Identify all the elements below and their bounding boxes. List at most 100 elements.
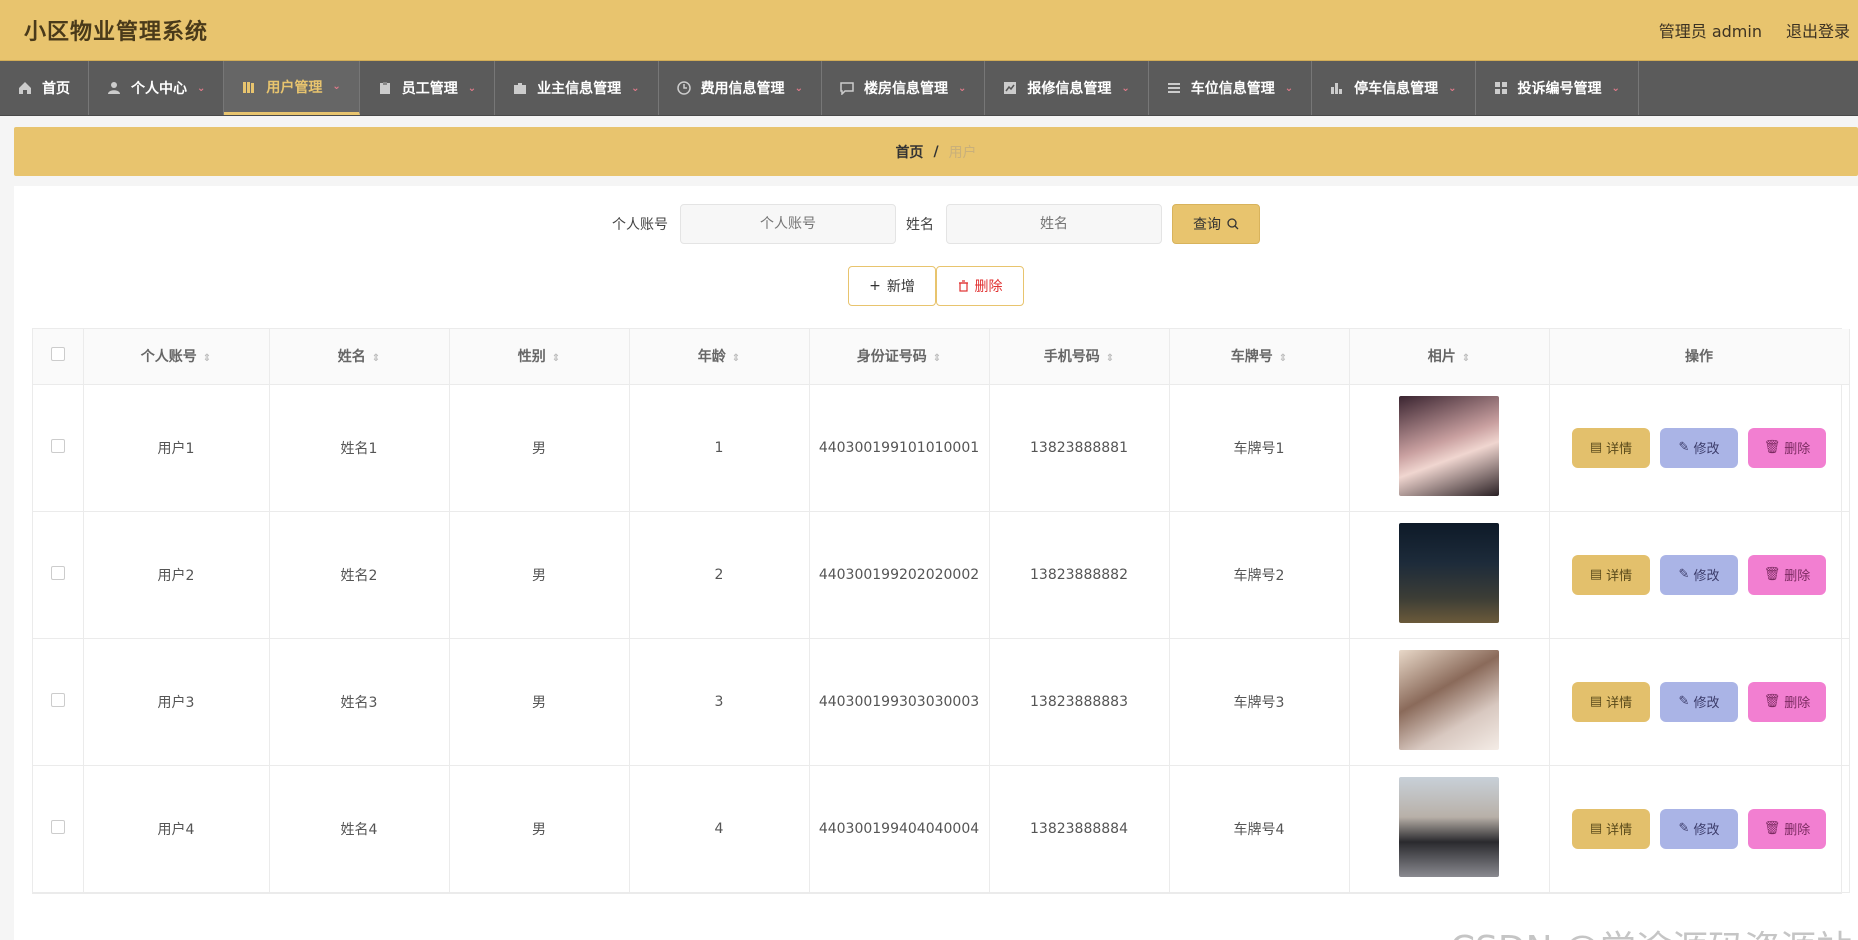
col-photo[interactable]: 相片 ⇕ bbox=[1349, 329, 1550, 385]
user-photo[interactable] bbox=[1399, 776, 1499, 877]
clock-icon bbox=[676, 81, 691, 95]
col-gender-label: 性别 bbox=[517, 349, 546, 366]
cell-account: 用户4 bbox=[83, 765, 270, 893]
table-row: 用户3 姓名3 男 3 440300199303030003 138238888… bbox=[33, 638, 1850, 766]
nav-staff-management[interactable]: 员工管理 ⌄ bbox=[360, 61, 496, 115]
chevron-down-icon: ⌄ bbox=[1121, 82, 1130, 94]
chevron-down-icon: ⌄ bbox=[1448, 82, 1457, 94]
cell-name: 姓名1 bbox=[269, 384, 450, 512]
nav-user-management[interactable]: 用户管理 ⌄ bbox=[224, 61, 360, 115]
edit-button[interactable]: ✎ 修改 bbox=[1660, 808, 1738, 849]
row-select-cell bbox=[33, 765, 84, 893]
delete-button[interactable]: 🗑 删除 bbox=[1748, 427, 1826, 468]
delete-button-label: 删除 bbox=[1784, 442, 1811, 457]
col-gender[interactable]: 性别 ⇕ bbox=[449, 329, 630, 385]
nav-parking-info-label: 停车信息管理 bbox=[1354, 81, 1439, 97]
edit-button[interactable]: ✎ 修改 bbox=[1660, 427, 1738, 468]
edit-button-label: 修改 bbox=[1693, 696, 1720, 711]
sort-icon: ⇕ bbox=[932, 353, 942, 365]
user-photo[interactable] bbox=[1399, 395, 1499, 496]
breadcrumb: 首页 / 用户 bbox=[14, 127, 1858, 176]
trash-icon bbox=[958, 280, 968, 292]
detail-button-label: 详情 bbox=[1606, 442, 1633, 457]
search-bar: 个人账号 姓名 查询 bbox=[14, 186, 1858, 244]
main-nav: 首页 个人中心 ⌄ 用户管理 ⌄ 员工管理 ⌄ 业主信息管理 ⌄ 费用信息管理 … bbox=[0, 61, 1858, 116]
delete-button-label: 删除 bbox=[1784, 569, 1811, 584]
row-checkbox[interactable] bbox=[50, 438, 65, 453]
batch-delete-button-label: 删除 bbox=[974, 279, 1003, 295]
query-button[interactable]: 查询 bbox=[1172, 204, 1260, 244]
row-checkbox[interactable] bbox=[50, 692, 65, 707]
detail-button[interactable]: ▤ 详情 bbox=[1572, 554, 1650, 595]
nav-home[interactable]: 首页 bbox=[0, 61, 89, 115]
delete-button-label: 删除 bbox=[1784, 696, 1811, 711]
sort-icon: ⇕ bbox=[731, 353, 741, 365]
nav-parking-space-info-label: 车位信息管理 bbox=[1190, 81, 1275, 97]
edit-button[interactable]: ✎ 修改 bbox=[1660, 554, 1738, 595]
cell-photo bbox=[1349, 511, 1550, 639]
row-select-cell bbox=[33, 511, 84, 639]
col-name[interactable]: 姓名 ⇕ bbox=[269, 329, 450, 385]
add-button-label: 新增 bbox=[886, 279, 915, 295]
col-account[interactable]: 个人账号 ⇕ bbox=[83, 329, 270, 385]
breadcrumb-separator: / bbox=[933, 143, 939, 160]
batch-delete-button[interactable]: 删除 bbox=[936, 266, 1024, 306]
list-icon bbox=[1167, 83, 1180, 93]
col-id-number[interactable]: 身份证号码 ⇕ bbox=[809, 329, 990, 385]
row-checkbox[interactable] bbox=[50, 565, 65, 580]
cell-account: 用户2 bbox=[83, 511, 270, 639]
admin-user-label[interactable]: 管理员 admin bbox=[1659, 18, 1762, 42]
row-actions: ▤ 详情 ✎ 修改 🗑 删除 bbox=[1550, 427, 1849, 468]
logout-link[interactable]: 退出登录 bbox=[1786, 18, 1850, 42]
nav-complaint-management[interactable]: 投诉编号管理 ⌄ bbox=[1476, 61, 1639, 115]
select-all-checkbox[interactable] bbox=[50, 347, 65, 362]
col-phone-label: 手机号码 bbox=[1043, 349, 1100, 366]
delete-button[interactable]: 🗑 删除 bbox=[1748, 681, 1826, 722]
user-photo[interactable] bbox=[1399, 649, 1499, 750]
pencil-icon: ✎ bbox=[1678, 567, 1690, 582]
chevron-down-icon: ⌄ bbox=[1611, 82, 1620, 94]
user-photo[interactable] bbox=[1399, 522, 1499, 623]
pencil-icon: ✎ bbox=[1678, 694, 1690, 709]
cell-operations: ▤ 详情 ✎ 修改 🗑 删除 bbox=[1549, 765, 1850, 893]
chevron-down-icon: ⌄ bbox=[631, 82, 640, 94]
detail-button[interactable]: ▤ 详情 bbox=[1572, 427, 1650, 468]
col-phone[interactable]: 手机号码 ⇕ bbox=[989, 329, 1170, 385]
nav-fee-info-label: 费用信息管理 bbox=[700, 81, 785, 97]
add-button[interactable]: + 新增 bbox=[848, 266, 936, 306]
breadcrumb-home[interactable]: 首页 bbox=[895, 142, 923, 162]
document-icon: ▤ bbox=[1589, 567, 1603, 582]
account-label: 个人账号 bbox=[612, 217, 668, 233]
detail-button-label: 详情 bbox=[1606, 696, 1633, 711]
trash-icon: 🗑 bbox=[1763, 821, 1781, 836]
nav-repair-info[interactable]: 报修信息管理 ⌄ bbox=[985, 61, 1149, 115]
delete-button[interactable]: 🗑 删除 bbox=[1748, 554, 1826, 595]
nav-parking-info[interactable]: 停车信息管理 ⌄ bbox=[1312, 61, 1476, 115]
account-search-input[interactable] bbox=[680, 204, 896, 244]
table-row: 用户2 姓名2 男 2 440300199202020002 138238888… bbox=[33, 511, 1850, 639]
cell-id-number: 440300199303030003 bbox=[809, 638, 990, 766]
name-search-input[interactable] bbox=[946, 204, 1162, 244]
cell-phone: 13823888883 bbox=[989, 638, 1170, 766]
trash-icon: 🗑 bbox=[1763, 567, 1781, 582]
cell-photo bbox=[1349, 638, 1550, 766]
delete-button[interactable]: 🗑 删除 bbox=[1748, 808, 1826, 849]
nav-owner-info[interactable]: 业主信息管理 ⌄ bbox=[495, 61, 659, 115]
cell-age: 3 bbox=[629, 638, 810, 766]
sort-icon: ⇕ bbox=[1105, 353, 1115, 365]
col-age[interactable]: 年龄 ⇕ bbox=[629, 329, 810, 385]
edit-button[interactable]: ✎ 修改 bbox=[1660, 681, 1738, 722]
detail-button[interactable]: ▤ 详情 bbox=[1572, 808, 1650, 849]
row-checkbox[interactable] bbox=[50, 819, 65, 834]
col-plate[interactable]: 车牌号 ⇕ bbox=[1169, 329, 1350, 385]
col-operations: 操作 bbox=[1549, 329, 1850, 385]
cell-photo bbox=[1349, 384, 1550, 512]
nav-personal-center[interactable]: 个人中心 ⌄ bbox=[89, 61, 225, 115]
plus-icon: + bbox=[869, 278, 881, 294]
sort-icon: ⇕ bbox=[371, 353, 381, 365]
nav-building-info[interactable]: 楼房信息管理 ⌄ bbox=[822, 61, 986, 115]
nav-fee-info[interactable]: 费用信息管理 ⌄ bbox=[659, 61, 822, 115]
detail-button[interactable]: ▤ 详情 bbox=[1572, 681, 1650, 722]
trash-icon: 🗑 bbox=[1763, 440, 1781, 455]
nav-parking-space-info[interactable]: 车位信息管理 ⌄ bbox=[1149, 61, 1313, 115]
